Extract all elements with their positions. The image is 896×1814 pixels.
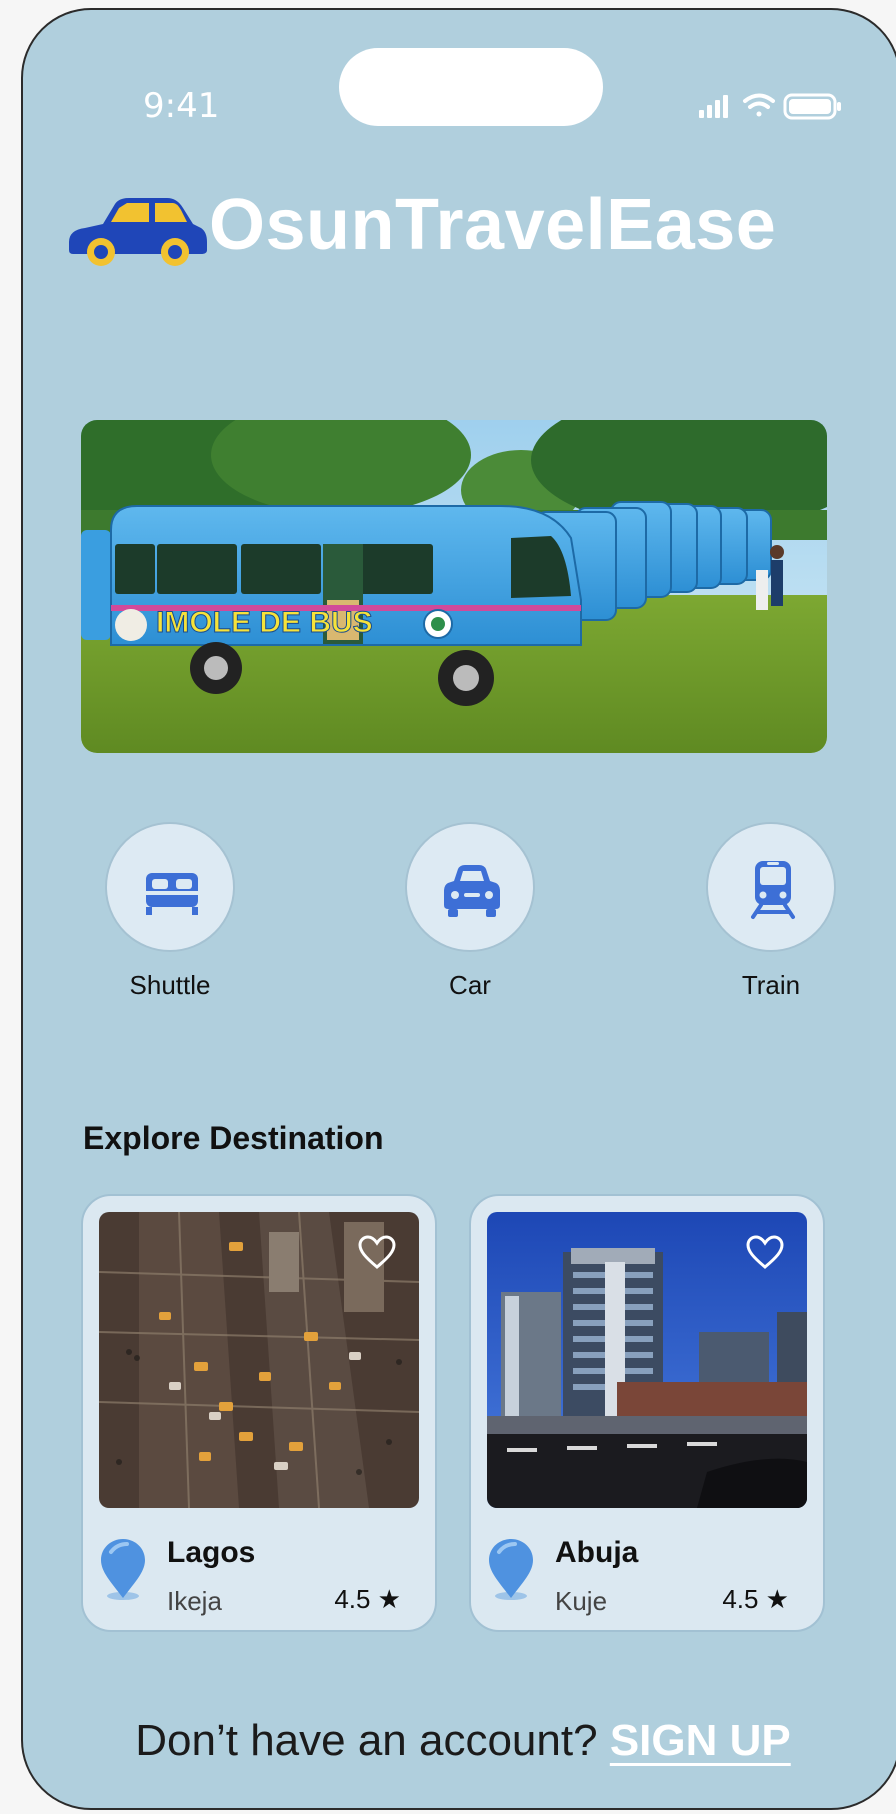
signup-link[interactable]: SIGN UP [610, 1716, 791, 1765]
category-label: Car [449, 970, 491, 1000]
battery-icon [783, 93, 841, 120]
destination-area: Kuje [555, 1586, 608, 1616]
destination-rating: 4.5 ★ [334, 1584, 401, 1614]
category-shuttle[interactable]: Shuttle [105, 822, 235, 1001]
phone-frame: 9:41 OsunTravelEase IMOLE DE BUS Shuttle… [21, 8, 896, 1810]
signal-icon [699, 95, 728, 118]
bed-icon [144, 873, 200, 915]
dynamic-island [339, 48, 603, 126]
favorite-heart-icon[interactable] [357, 1234, 397, 1270]
favorite-heart-icon[interactable] [745, 1234, 785, 1270]
app-title: OsunTravelEase [209, 185, 777, 265]
signup-prompt-text: Don’t have an account? [135, 1716, 598, 1765]
category-label: Shuttle [129, 970, 211, 1000]
hero-image: IMOLE DE BUS [81, 420, 827, 753]
car-logo-icon [69, 198, 207, 266]
car-icon [444, 865, 500, 917]
destination-city: Lagos [167, 1536, 256, 1569]
destination-area: Ikeja [167, 1586, 222, 1616]
wifi-icon [743, 93, 775, 117]
destination-rating: 4.5 ★ [722, 1584, 789, 1614]
status-time: 9:41 [143, 86, 220, 126]
destination-image [99, 1212, 419, 1508]
destination-card-abuja[interactable]: Abuja Kuje 4.5 ★ [469, 1194, 825, 1632]
brand-header: OsunTravelEase [63, 185, 853, 280]
category-label: Train [741, 970, 801, 1000]
signup-prompt: Don’t have an account? SIGN UP [23, 1716, 896, 1766]
section-title: Explore Destination [83, 1120, 384, 1156]
category-train[interactable]: Train [706, 822, 836, 1001]
train-icon [751, 861, 795, 919]
destination-city: Abuja [555, 1536, 639, 1569]
category-circle [105, 822, 235, 952]
status-icons [699, 93, 841, 120]
category-car[interactable]: Car [405, 822, 535, 1001]
category-circle [405, 822, 535, 952]
location-pin-icon [489, 1539, 533, 1600]
bus-label: IMOLE DE BUS [156, 606, 373, 639]
location-pin-icon [101, 1539, 145, 1600]
category-circle [706, 822, 836, 952]
destination-card-lagos[interactable]: Lagos Ikeja 4.5 ★ [81, 1194, 437, 1632]
destination-image [487, 1212, 807, 1508]
